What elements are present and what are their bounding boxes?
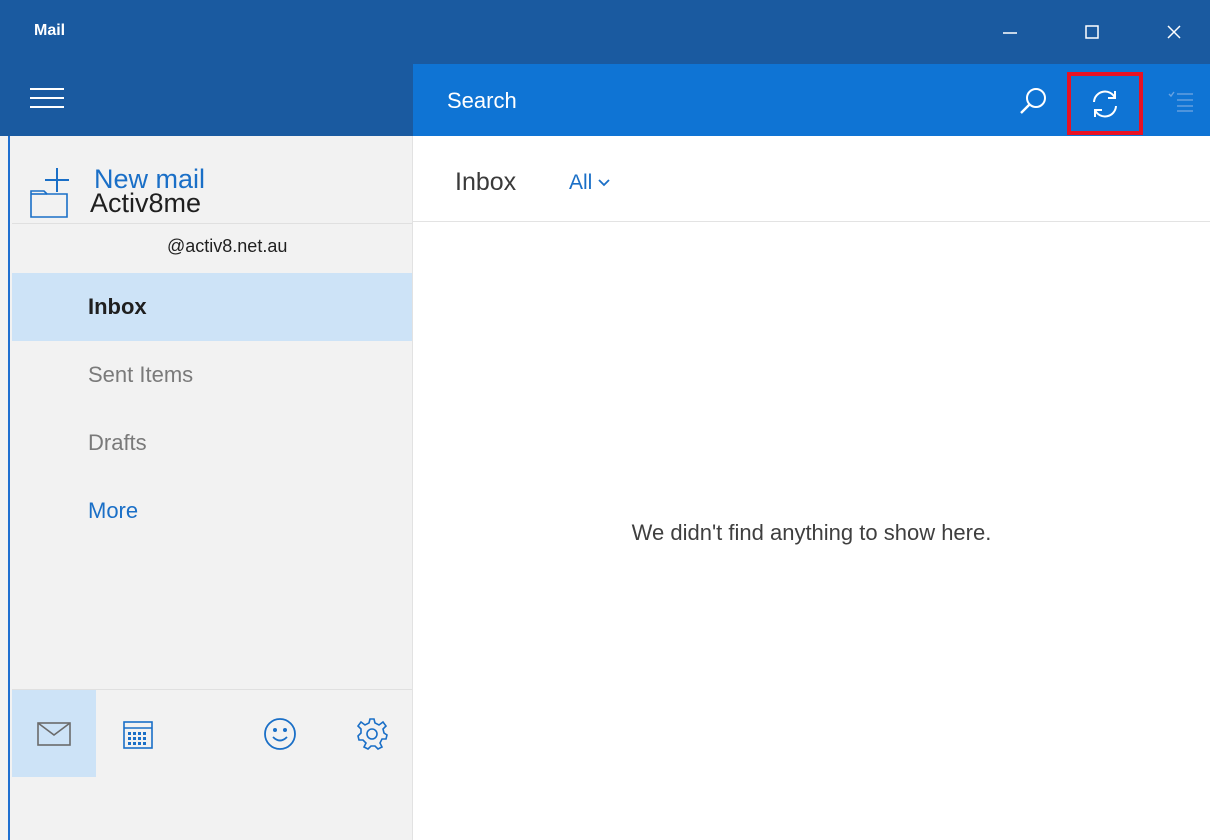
account-email: @activ8.net.au xyxy=(167,236,288,256)
calendar-icon xyxy=(123,720,153,749)
calendar-switch-button[interactable] xyxy=(96,690,180,777)
navigation-header xyxy=(0,64,413,136)
title-bar: Mail xyxy=(0,0,1210,64)
close-icon xyxy=(1167,25,1181,39)
command-bar: Search xyxy=(413,64,1210,136)
minimize-icon xyxy=(1003,32,1017,34)
sync-button[interactable] xyxy=(1067,72,1143,135)
sync-icon xyxy=(1093,90,1117,117)
feedback-button[interactable] xyxy=(240,690,320,777)
maximize-button[interactable] xyxy=(1064,0,1120,64)
folder-icon xyxy=(30,190,68,218)
pane-edge-accent xyxy=(8,136,10,840)
chevron-down-icon xyxy=(598,179,610,187)
search-button[interactable] xyxy=(1011,78,1057,124)
hamburger-menu-icon[interactable] xyxy=(30,88,64,112)
maximize-icon xyxy=(1085,25,1099,39)
settings-gear-icon xyxy=(356,717,388,750)
navigation-pane: New mail Activ8me @activ8.net.au Inbox S… xyxy=(0,64,413,840)
filter-label: All xyxy=(569,171,593,194)
select-mode-icon xyxy=(1168,91,1193,112)
account-name: Activ8me xyxy=(90,188,202,218)
folder-inbox[interactable]: Inbox xyxy=(12,273,412,341)
search-input[interactable]: Search xyxy=(447,88,517,114)
close-button[interactable] xyxy=(1146,0,1202,64)
app-switcher-bar xyxy=(12,689,414,777)
more-folders-link[interactable]: More xyxy=(12,477,412,545)
folder-drafts[interactable]: Drafts xyxy=(12,409,412,477)
folder-title: Inbox xyxy=(455,168,517,196)
mail-switch-button[interactable] xyxy=(12,690,96,777)
feedback-smiley-icon xyxy=(264,717,296,750)
settings-button[interactable] xyxy=(330,690,414,777)
minimize-button[interactable] xyxy=(982,0,1038,64)
empty-state-message: We didn't find anything to show here. xyxy=(631,520,992,545)
filter-dropdown[interactable]: All xyxy=(569,171,610,195)
selection-mode-button[interactable] xyxy=(1161,86,1201,116)
message-list-header: Inbox All xyxy=(413,136,1210,222)
mail-icon xyxy=(37,721,71,746)
account-item[interactable]: Activ8me @activ8.net.au xyxy=(12,160,412,273)
app-title: Mail xyxy=(34,22,66,39)
folder-sent-items[interactable]: Sent Items xyxy=(12,341,412,409)
search-icon xyxy=(1020,88,1046,114)
